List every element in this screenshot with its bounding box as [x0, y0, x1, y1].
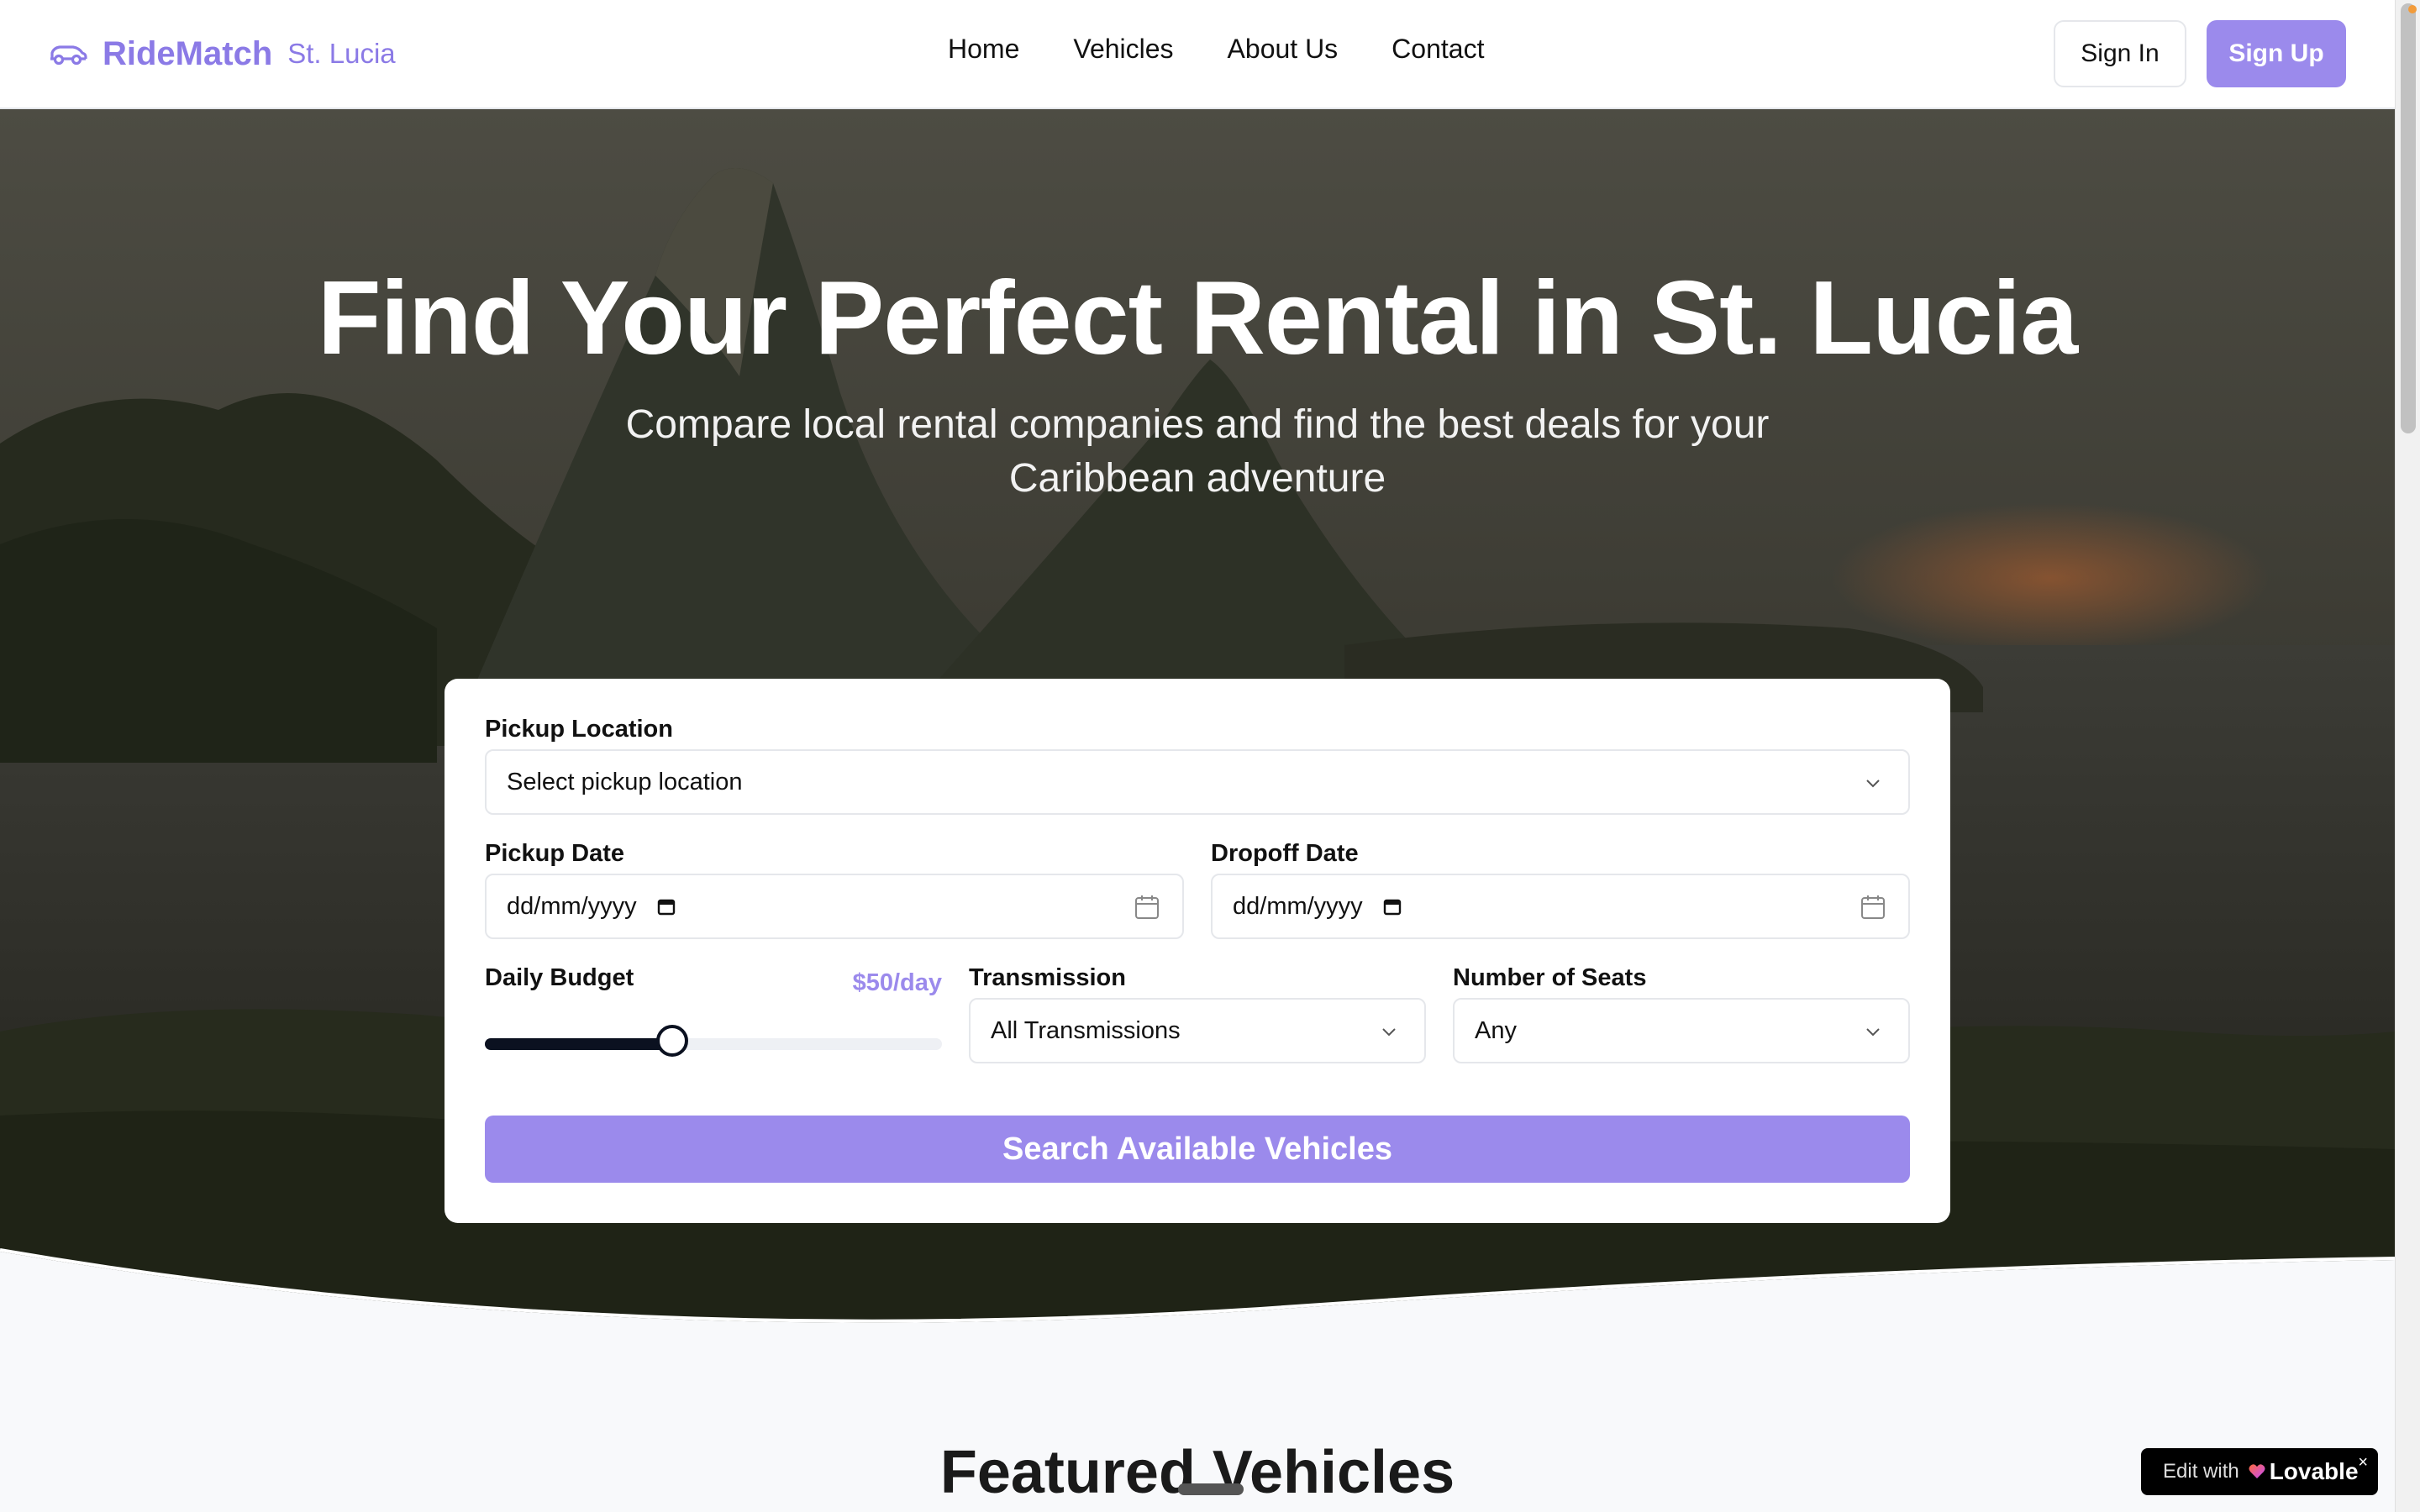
close-icon[interactable]: ×: [2358, 1453, 2368, 1473]
pickup-date-input[interactable]: dd/mm/yyyy: [485, 874, 1184, 939]
calendar-icon[interactable]: [1132, 892, 1162, 922]
chevron-down-icon: [1866, 1028, 1880, 1037]
daily-budget-label: Daily Budget: [485, 964, 634, 991]
seats-value: Any: [1475, 1016, 1517, 1044]
transmission-label: Transmission: [969, 964, 1126, 991]
dropoff-date-label: Dropoff Date: [1211, 840, 1359, 867]
badge-brand: Lovable: [2269, 1458, 2359, 1484]
nav-vehicles[interactable]: Vehicles: [1073, 34, 1173, 65]
transmission-value: All Transmissions: [991, 1016, 1181, 1044]
brand-location: St. Lucia: [287, 38, 396, 69]
hero-section: Find Your Perfect Rental in St. Lucia Co…: [0, 108, 2395, 1327]
hero-title: Find Your Perfect Rental in St. Lucia: [317, 260, 2078, 376]
wave-divider: [0, 1248, 2395, 1336]
search-card: Pickup Location Select pickup location P…: [445, 679, 1950, 1223]
seats-select[interactable]: Any: [1453, 998, 1910, 1063]
calendar-icon: [657, 899, 675, 916]
scrollbar-thumb[interactable]: [2401, 3, 2416, 433]
chevron-down-icon: [1866, 780, 1880, 788]
pickup-location-label: Pickup Location: [485, 716, 673, 743]
pickup-date-placeholder: dd/mm/yyyy: [507, 892, 637, 920]
sign-in-button[interactable]: Sign In: [2054, 20, 2186, 87]
scroll-indicator: [1178, 1483, 1244, 1495]
pickup-location-value: Select pickup location: [507, 768, 743, 795]
main-nav: Home Vehicles About Us Contact: [948, 34, 1538, 65]
edit-with-lovable-badge[interactable]: Edit with Lovable ×: [2141, 1448, 2378, 1495]
page-scrollbar[interactable]: [2395, 0, 2420, 1512]
nav-contact[interactable]: Contact: [1392, 34, 1484, 65]
site-header: RideMatch St. Lucia Home Vehicles About …: [0, 0, 2395, 109]
dropoff-date-placeholder: dd/mm/yyyy: [1233, 892, 1363, 920]
chevron-down-icon: [1382, 1028, 1396, 1037]
heart-icon: [2249, 1464, 2265, 1478]
featured-title: Featured Vehicles: [939, 1439, 1455, 1506]
seats-label: Number of Seats: [1453, 964, 1647, 991]
nav-about-us[interactable]: About Us: [1228, 34, 1339, 65]
sign-up-button[interactable]: Sign Up: [2207, 20, 2346, 87]
pickup-date-label: Pickup Date: [485, 840, 624, 867]
notification-dot: [2408, 5, 2417, 13]
dropoff-date-input[interactable]: dd/mm/yyyy: [1211, 874, 1910, 939]
pickup-location-select[interactable]: Select pickup location: [485, 749, 1910, 815]
slider-fill: [485, 1038, 673, 1050]
brand-logo[interactable]: RideMatch St. Lucia: [47, 30, 396, 77]
daily-budget-value: $50/day: [852, 969, 942, 996]
car-icon: [50, 45, 87, 66]
calendar-icon[interactable]: [1858, 892, 1888, 922]
brand-name: RideMatch: [103, 34, 273, 72]
search-vehicles-button[interactable]: Search Available Vehicles: [485, 1116, 1910, 1183]
slider-thumb[interactable]: [656, 1025, 689, 1057]
daily-budget-slider[interactable]: [485, 1025, 942, 1057]
hero-subtitle: Compare local rental companies and find …: [625, 402, 1770, 501]
nav-home[interactable]: Home: [948, 34, 1019, 65]
transmission-select[interactable]: All Transmissions: [969, 998, 1426, 1063]
badge-prefix: Edit with: [2163, 1460, 2239, 1483]
calendar-icon: [1383, 899, 1401, 916]
